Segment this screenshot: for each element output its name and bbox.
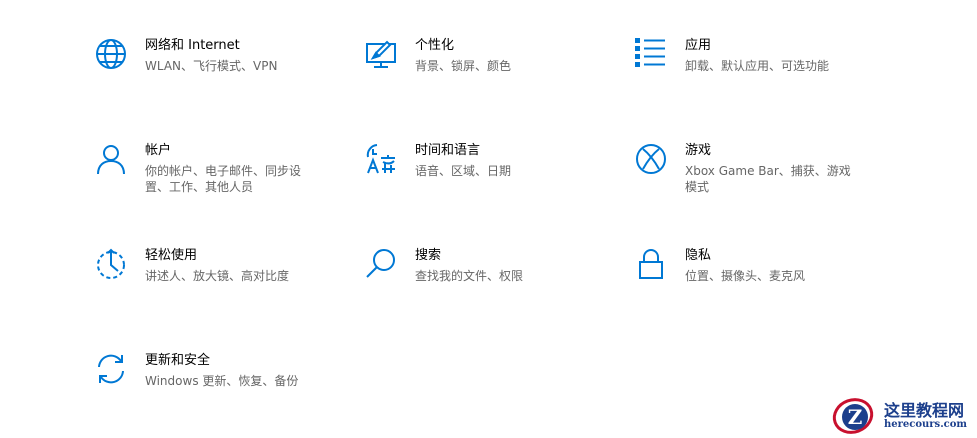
tile-description: 语音、区域、日期 <box>415 164 512 178</box>
settings-tile-update-security[interactable]: 更新和安全 Windows 更新、恢复、备份 <box>95 353 355 423</box>
tile-title: 更新和安全 <box>145 353 211 368</box>
tile-description: Xbox Game Bar、捕获、游戏模式 <box>685 164 851 194</box>
search-icon <box>365 248 397 280</box>
tile-description: 位置、摄像头、麦克风 <box>685 269 806 283</box>
tile-description: 卸载、默认应用、可选功能 <box>685 59 830 73</box>
svg-text:Z: Z <box>848 405 863 429</box>
time-language-icon <box>365 143 397 175</box>
tile-description: 查找我的文件、权限 <box>415 269 524 283</box>
settings-tile-accounts[interactable]: 帐户 你的帐户、电子邮件、同步设置、工作、其他人员 <box>95 143 355 213</box>
tile-title: 隐私 <box>685 248 712 263</box>
tile-description: 你的帐户、电子邮件、同步设置、工作、其他人员 <box>145 164 302 194</box>
tile-title: 游戏 <box>685 143 712 158</box>
settings-tile-privacy[interactable]: 隐私 位置、摄像头、麦克风 <box>635 248 895 318</box>
tile-title: 帐户 <box>145 143 172 158</box>
settings-tile-search[interactable]: 搜索 查找我的文件、权限 <box>365 248 625 318</box>
watermark: Z 这里教程网 herecours.com <box>826 394 976 436</box>
tile-description: Windows 更新、恢复、备份 <box>145 374 299 388</box>
settings-tile-network[interactable]: 网络和 Internet WLAN、飞行模式、VPN <box>95 38 355 108</box>
xbox-icon <box>635 143 667 175</box>
apps-list-icon <box>635 38 667 70</box>
lock-icon <box>635 248 667 280</box>
tile-title: 搜索 <box>415 248 442 263</box>
settings-tile-personalization[interactable]: 个性化 背景、锁屏、颜色 <box>365 38 625 108</box>
paint-brush-icon <box>365 38 397 70</box>
settings-tile-apps[interactable]: 应用 卸载、默认应用、可选功能 <box>635 38 895 108</box>
settings-tile-ease-of-access[interactable]: 轻松使用 讲述人、放大镜、高对比度 <box>95 248 355 318</box>
tile-title: 网络和 Internet <box>145 38 240 53</box>
tile-description: 讲述人、放大镜、高对比度 <box>145 269 290 283</box>
tile-description: 背景、锁屏、颜色 <box>415 59 512 73</box>
tile-title: 轻松使用 <box>145 248 198 263</box>
tile-title: 应用 <box>685 38 712 53</box>
globe-icon <box>95 38 127 70</box>
z-logo-icon: Z <box>830 394 876 436</box>
settings-tile-gaming[interactable]: 游戏 Xbox Game Bar、捕获、游戏模式 <box>635 143 895 213</box>
tile-title: 个性化 <box>415 38 455 53</box>
watermark-url: herecours.com <box>884 419 968 430</box>
tile-title: 时间和语言 <box>415 143 481 158</box>
settings-tile-time-language[interactable]: 时间和语言 语音、区域、日期 <box>365 143 625 213</box>
person-icon <box>95 143 127 175</box>
tile-description: WLAN、飞行模式、VPN <box>145 59 278 73</box>
sync-icon <box>95 353 127 385</box>
watermark-text: 这里教程网 <box>884 401 965 420</box>
ease-of-access-icon <box>95 248 127 280</box>
